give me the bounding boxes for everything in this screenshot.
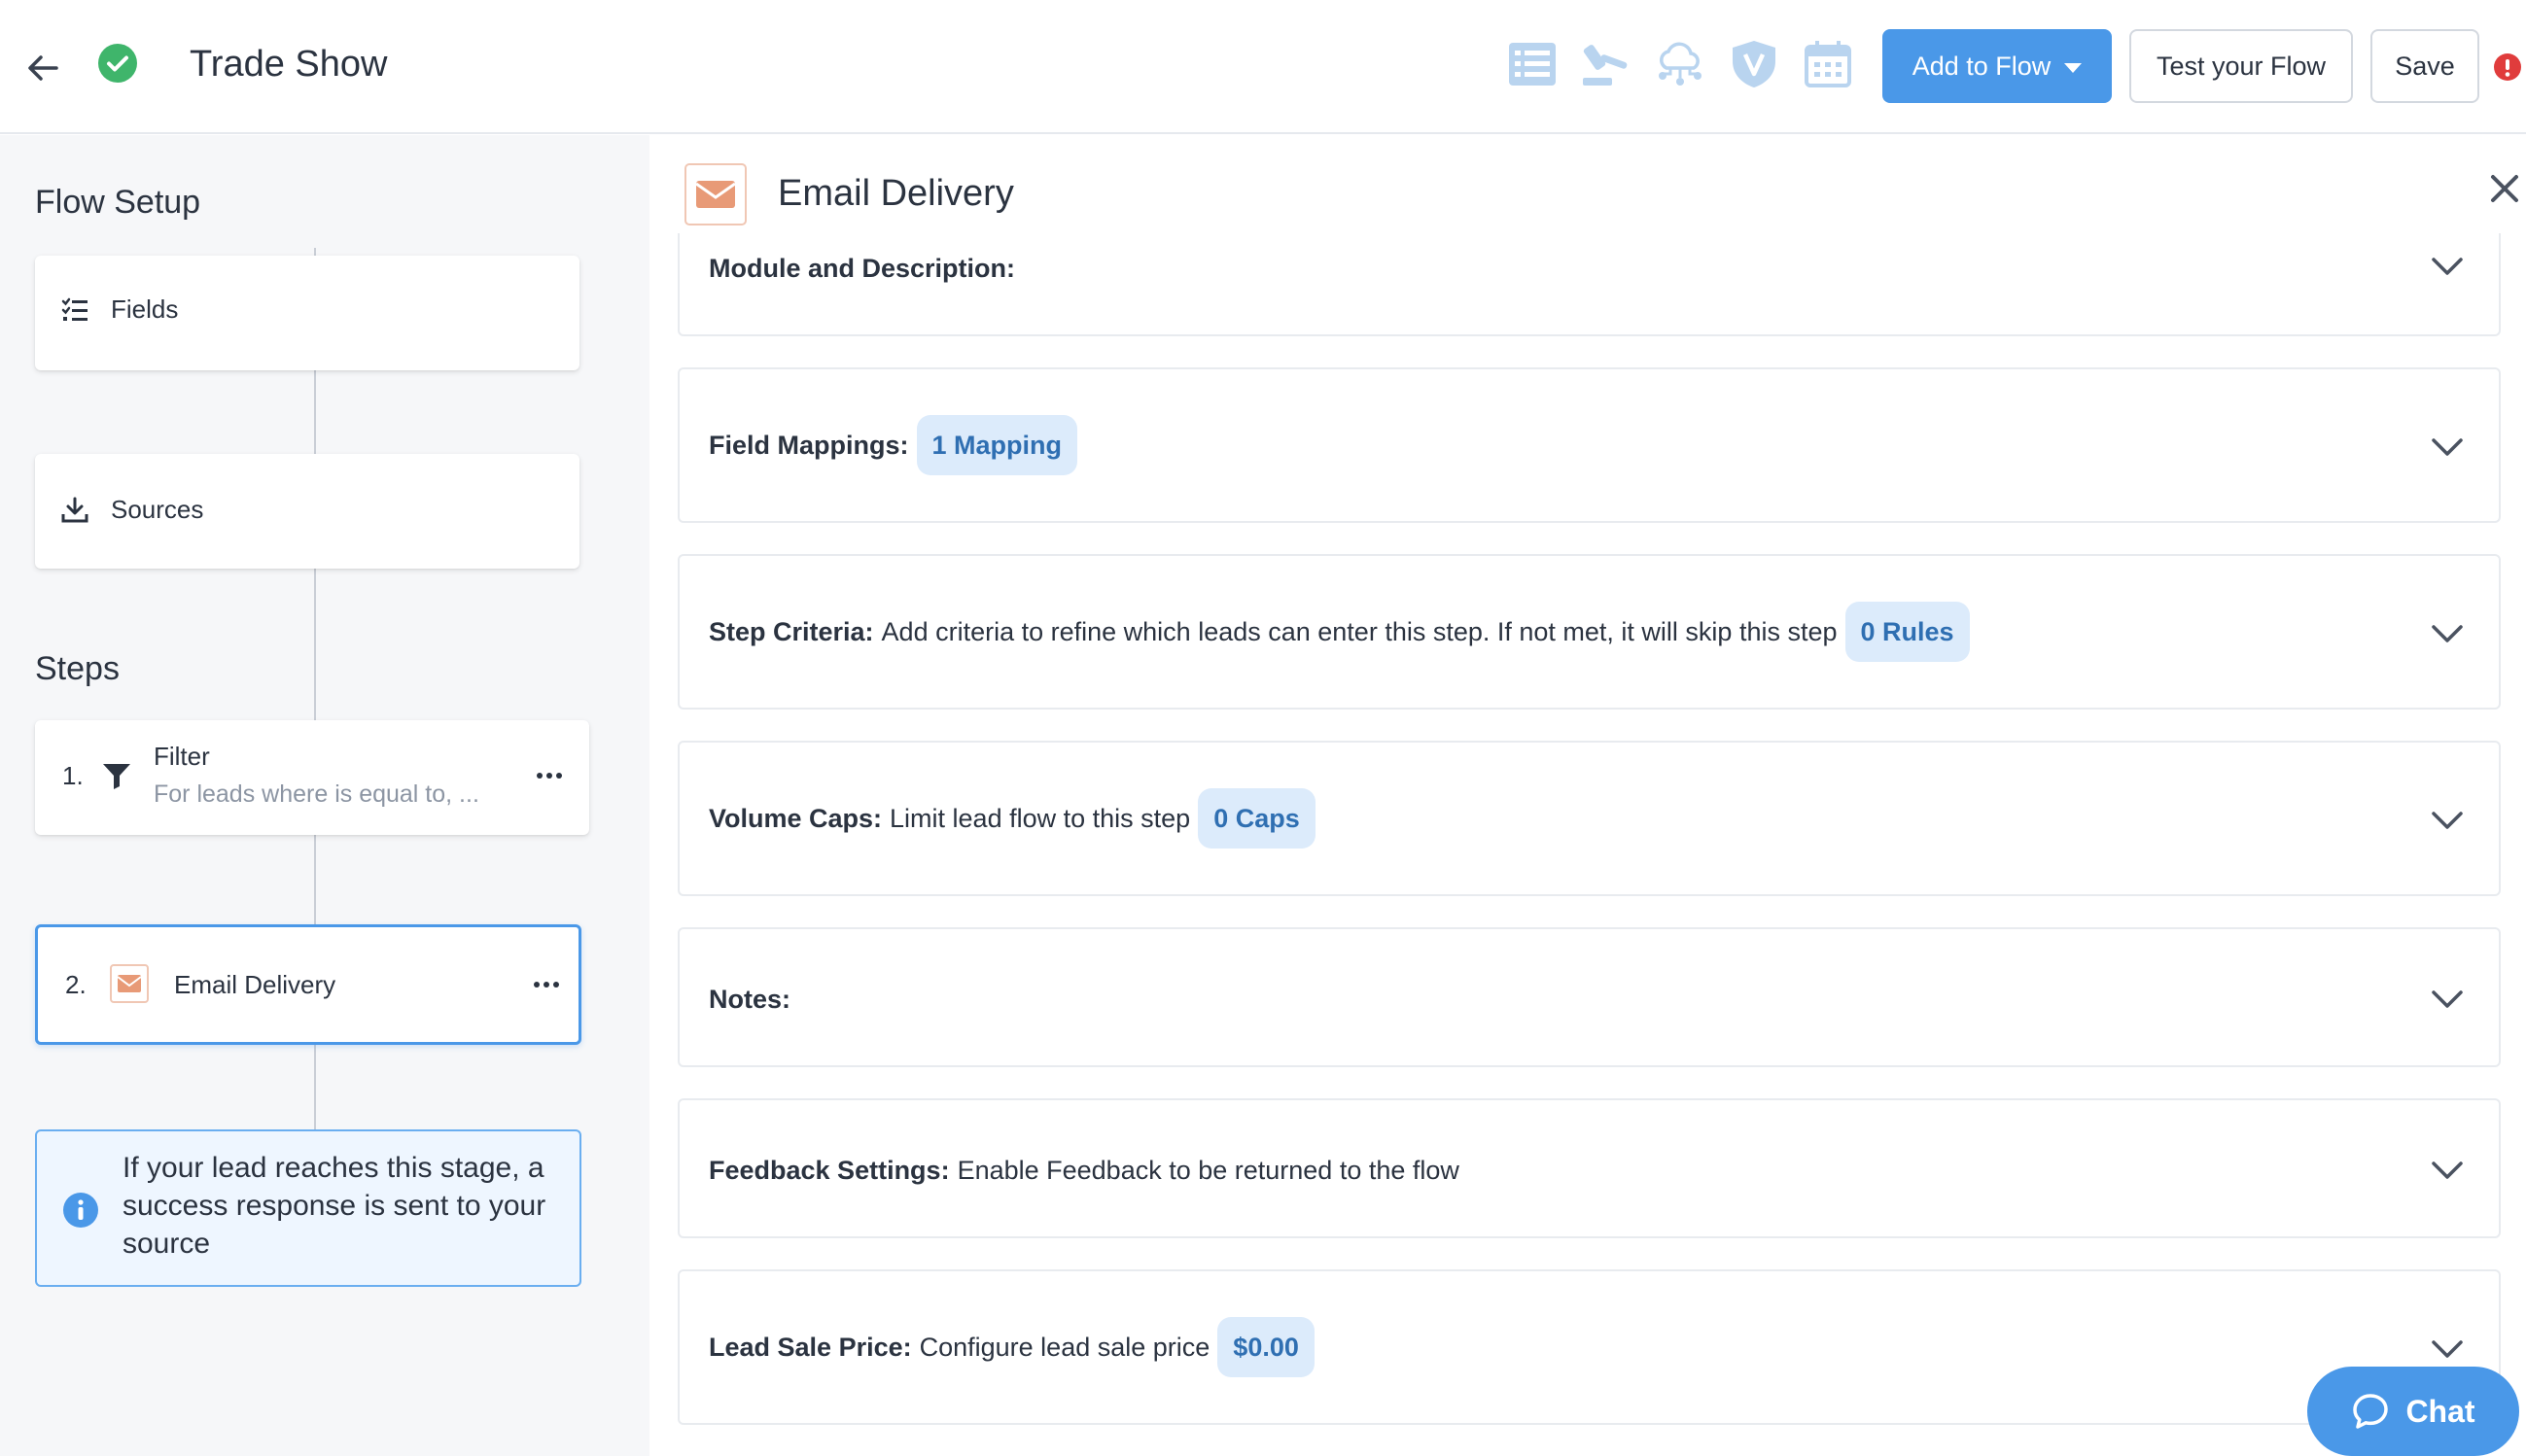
step-email-more-icon[interactable] bbox=[526, 974, 567, 995]
shield-v-icon[interactable] bbox=[1727, 37, 1781, 91]
add-to-flow-button[interactable]: Add to Flow bbox=[1882, 29, 2112, 103]
chevron-down-icon[interactable] bbox=[2430, 1159, 2465, 1182]
step-number: 2. bbox=[65, 970, 87, 999]
download-icon bbox=[60, 496, 89, 525]
section-description: Limit lead flow to this step bbox=[890, 803, 1191, 833]
speech-bubble-icon bbox=[2351, 1392, 2390, 1431]
section-notes[interactable]: Notes: bbox=[678, 927, 2501, 1067]
exclamation-circle-icon[interactable] bbox=[2493, 52, 2522, 82]
section-label: Volume Caps: bbox=[709, 803, 883, 833]
success-info-box: If your lead reaches this stage, a succe… bbox=[35, 1129, 581, 1287]
chevron-down-icon[interactable] bbox=[2430, 1337, 2465, 1361]
steps-heading: Steps bbox=[35, 650, 120, 687]
envelope-icon bbox=[110, 964, 149, 1003]
section-description: Enable Feedback to be returned to the fl… bbox=[957, 1155, 1459, 1185]
info-circle-icon bbox=[62, 1192, 99, 1229]
sale-price-badge: $0.00 bbox=[1217, 1317, 1315, 1377]
step-filter-card[interactable]: 1. Filter For leads where is equal to, .… bbox=[35, 720, 589, 835]
section-module-description[interactable]: Module and Description: bbox=[678, 233, 2501, 336]
test-flow-button[interactable]: Test your Flow bbox=[2129, 29, 2353, 103]
top-bar: Trade Show Add to Flow Test your Flow Sa… bbox=[0, 0, 2526, 134]
section-description: Configure lead sale price bbox=[919, 1332, 1210, 1362]
section-label: Module and Description: bbox=[709, 253, 1016, 283]
chevron-down-icon[interactable] bbox=[2430, 809, 2465, 832]
section-label: Feedback Settings: bbox=[709, 1155, 950, 1185]
sources-label: Sources bbox=[111, 495, 204, 524]
envelope-icon bbox=[684, 163, 747, 225]
caps-count-badge: 0 Caps bbox=[1198, 788, 1316, 849]
check-circle-icon bbox=[97, 43, 138, 84]
funnel-icon bbox=[101, 761, 132, 790]
flow-title: Trade Show bbox=[190, 44, 388, 85]
caret-down-icon bbox=[2064, 62, 2083, 73]
section-lead-sale-price[interactable]: Lead Sale Price: Configure lead sale pri… bbox=[678, 1269, 2501, 1425]
fields-label: Fields bbox=[111, 295, 179, 324]
chevron-down-icon[interactable] bbox=[2430, 988, 2465, 1011]
section-label: Lead Sale Price: bbox=[709, 1332, 912, 1362]
chat-button[interactable]: Chat bbox=[2307, 1367, 2519, 1456]
gavel-icon[interactable] bbox=[1579, 37, 1633, 91]
chevron-down-icon[interactable] bbox=[2430, 255, 2465, 278]
cloud-network-icon[interactable] bbox=[1653, 37, 1707, 91]
sources-card[interactable]: Sources bbox=[35, 454, 579, 569]
step-email-delivery-label: Email Delivery bbox=[174, 970, 336, 999]
save-button[interactable]: Save bbox=[2370, 29, 2479, 103]
close-icon[interactable] bbox=[2487, 171, 2522, 206]
mapping-count-badge: 1 Mapping bbox=[916, 415, 1077, 475]
chevron-down-icon[interactable] bbox=[2430, 622, 2465, 645]
back-arrow-icon[interactable] bbox=[21, 47, 64, 89]
flow-sidebar: Flow Setup Fields Sources Steps 1. Filte… bbox=[0, 135, 649, 1456]
section-label: Notes: bbox=[709, 984, 791, 1014]
list-icon[interactable] bbox=[1505, 37, 1560, 91]
section-field-mappings[interactable]: Field Mappings: 1 Mapping bbox=[678, 367, 2501, 523]
chevron-down-icon[interactable] bbox=[2430, 435, 2465, 459]
panel-title: Email Delivery bbox=[778, 173, 1014, 214]
section-step-criteria[interactable]: Step Criteria: Add criteria to refine wh… bbox=[678, 554, 2501, 710]
section-feedback-settings[interactable]: Feedback Settings: Enable Feedback to be… bbox=[678, 1098, 2501, 1238]
flow-setup-heading: Flow Setup bbox=[35, 184, 201, 221]
fields-card[interactable]: Fields bbox=[35, 256, 579, 370]
calendar-icon[interactable] bbox=[1801, 37, 1855, 91]
section-description: Add criteria to refine which leads can e… bbox=[881, 616, 1838, 646]
success-info-text: If your lead reaches this stage, a succe… bbox=[123, 1152, 546, 1260]
section-label: Step Criteria: bbox=[709, 616, 874, 646]
chat-label: Chat bbox=[2405, 1393, 2475, 1429]
step-number: 1. bbox=[62, 761, 84, 790]
add-to-flow-label: Add to Flow bbox=[1912, 51, 2052, 81]
section-volume-caps[interactable]: Volume Caps: Limit lead flow to this ste… bbox=[678, 741, 2501, 896]
rules-count-badge: 0 Rules bbox=[1844, 602, 1970, 662]
checklist-icon bbox=[60, 295, 89, 325]
step-filter-summary: For leads where is equal to, ... bbox=[154, 780, 479, 808]
step-filter-label: Filter bbox=[154, 742, 210, 771]
step-filter-more-icon[interactable] bbox=[529, 765, 570, 786]
section-label: Field Mappings: bbox=[709, 430, 909, 460]
step-email-delivery-card[interactable]: 2. Email Delivery bbox=[35, 924, 581, 1045]
